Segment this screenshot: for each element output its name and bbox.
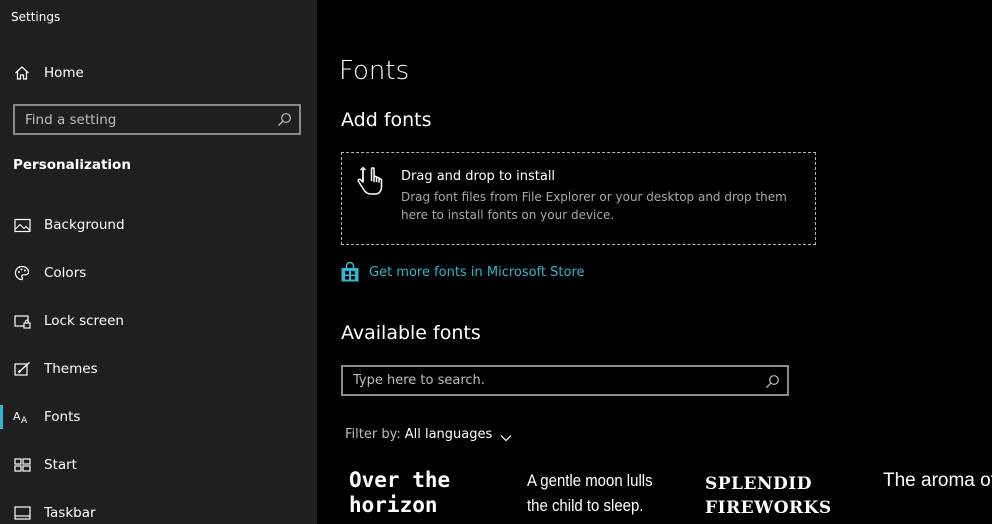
font-search-input[interactable] xyxy=(343,367,787,394)
search-icon[interactable] xyxy=(765,374,780,389)
font-preview-card[interactable]: SPLENDID FIREWORKS xyxy=(705,472,845,520)
microsoft-store-link[interactable]: Get more fonts in Microsoft Store xyxy=(341,261,585,282)
find-setting-search[interactable] xyxy=(13,104,301,135)
taskbar-icon xyxy=(13,504,31,522)
filter-value[interactable]: All languages xyxy=(405,427,493,442)
hand-pointer-icon xyxy=(354,165,388,199)
add-fonts-heading: Add fonts xyxy=(341,109,432,131)
active-indicator xyxy=(0,405,3,429)
font-preview-card[interactable]: The aroma of baking bread xyxy=(883,468,992,493)
sidebar-item-lock-screen[interactable]: Lock screen xyxy=(0,301,317,341)
svg-text:A: A xyxy=(13,410,21,423)
drop-zone-description: Drag font files from File Explorer or yo… xyxy=(401,190,787,222)
sidebar-item-background[interactable]: Background xyxy=(0,205,317,245)
sidebar-item-label: Taskbar xyxy=(44,505,96,521)
sidebar: Settings Home Personalization Background… xyxy=(0,0,317,524)
home-icon xyxy=(13,64,31,82)
section-label: Personalization xyxy=(13,157,131,173)
sidebar-item-fonts[interactable]: AA Fonts xyxy=(0,397,317,437)
sidebar-item-themes[interactable]: Themes xyxy=(0,349,317,389)
main-content: Fonts Add fonts Drag and drop to install… xyxy=(317,0,992,524)
sidebar-item-label: Start xyxy=(44,457,77,473)
sidebar-item-home[interactable]: Home xyxy=(0,53,317,93)
sidebar-item-label: Home xyxy=(44,65,84,81)
drop-zone-title: Drag and drop to install xyxy=(401,169,556,184)
font-preview-card[interactable]: Over the horizon xyxy=(349,468,479,518)
palette-icon xyxy=(13,264,31,282)
language-filter[interactable]: Filter by: All languages xyxy=(345,427,512,442)
font-preview-card[interactable]: A gentle moon lulls the child to sleep. xyxy=(527,468,668,518)
filter-label: Filter by: xyxy=(345,427,401,442)
sidebar-item-label: Fonts xyxy=(44,409,81,425)
store-bag-icon xyxy=(341,261,359,282)
sidebar-item-label: Lock screen xyxy=(44,313,124,329)
lock-screen-icon xyxy=(13,312,31,330)
available-fonts-heading: Available fonts xyxy=(341,322,481,344)
svg-text:A: A xyxy=(21,416,28,425)
search-icon[interactable] xyxy=(277,112,292,127)
sidebar-item-start[interactable]: Start xyxy=(0,445,317,485)
font-search-box[interactable] xyxy=(341,365,789,396)
picture-icon xyxy=(13,216,31,234)
chevron-down-icon[interactable] xyxy=(500,431,512,441)
sidebar-item-colors[interactable]: Colors xyxy=(0,253,317,293)
fonts-icon: AA xyxy=(13,408,31,426)
find-setting-input[interactable] xyxy=(15,106,299,133)
app-title: Settings xyxy=(11,10,61,24)
sidebar-item-label: Colors xyxy=(44,265,87,281)
themes-icon xyxy=(13,360,31,378)
sidebar-item-label: Background xyxy=(44,217,125,233)
page-title: Fonts xyxy=(339,56,410,86)
font-drop-zone[interactable]: Drag and drop to install Drag font files… xyxy=(341,152,816,245)
sidebar-item-label: Themes xyxy=(44,361,98,377)
sidebar-item-taskbar[interactable]: Taskbar xyxy=(0,493,317,524)
store-link-text[interactable]: Get more fonts in Microsoft Store xyxy=(369,265,585,280)
start-icon xyxy=(13,456,31,474)
